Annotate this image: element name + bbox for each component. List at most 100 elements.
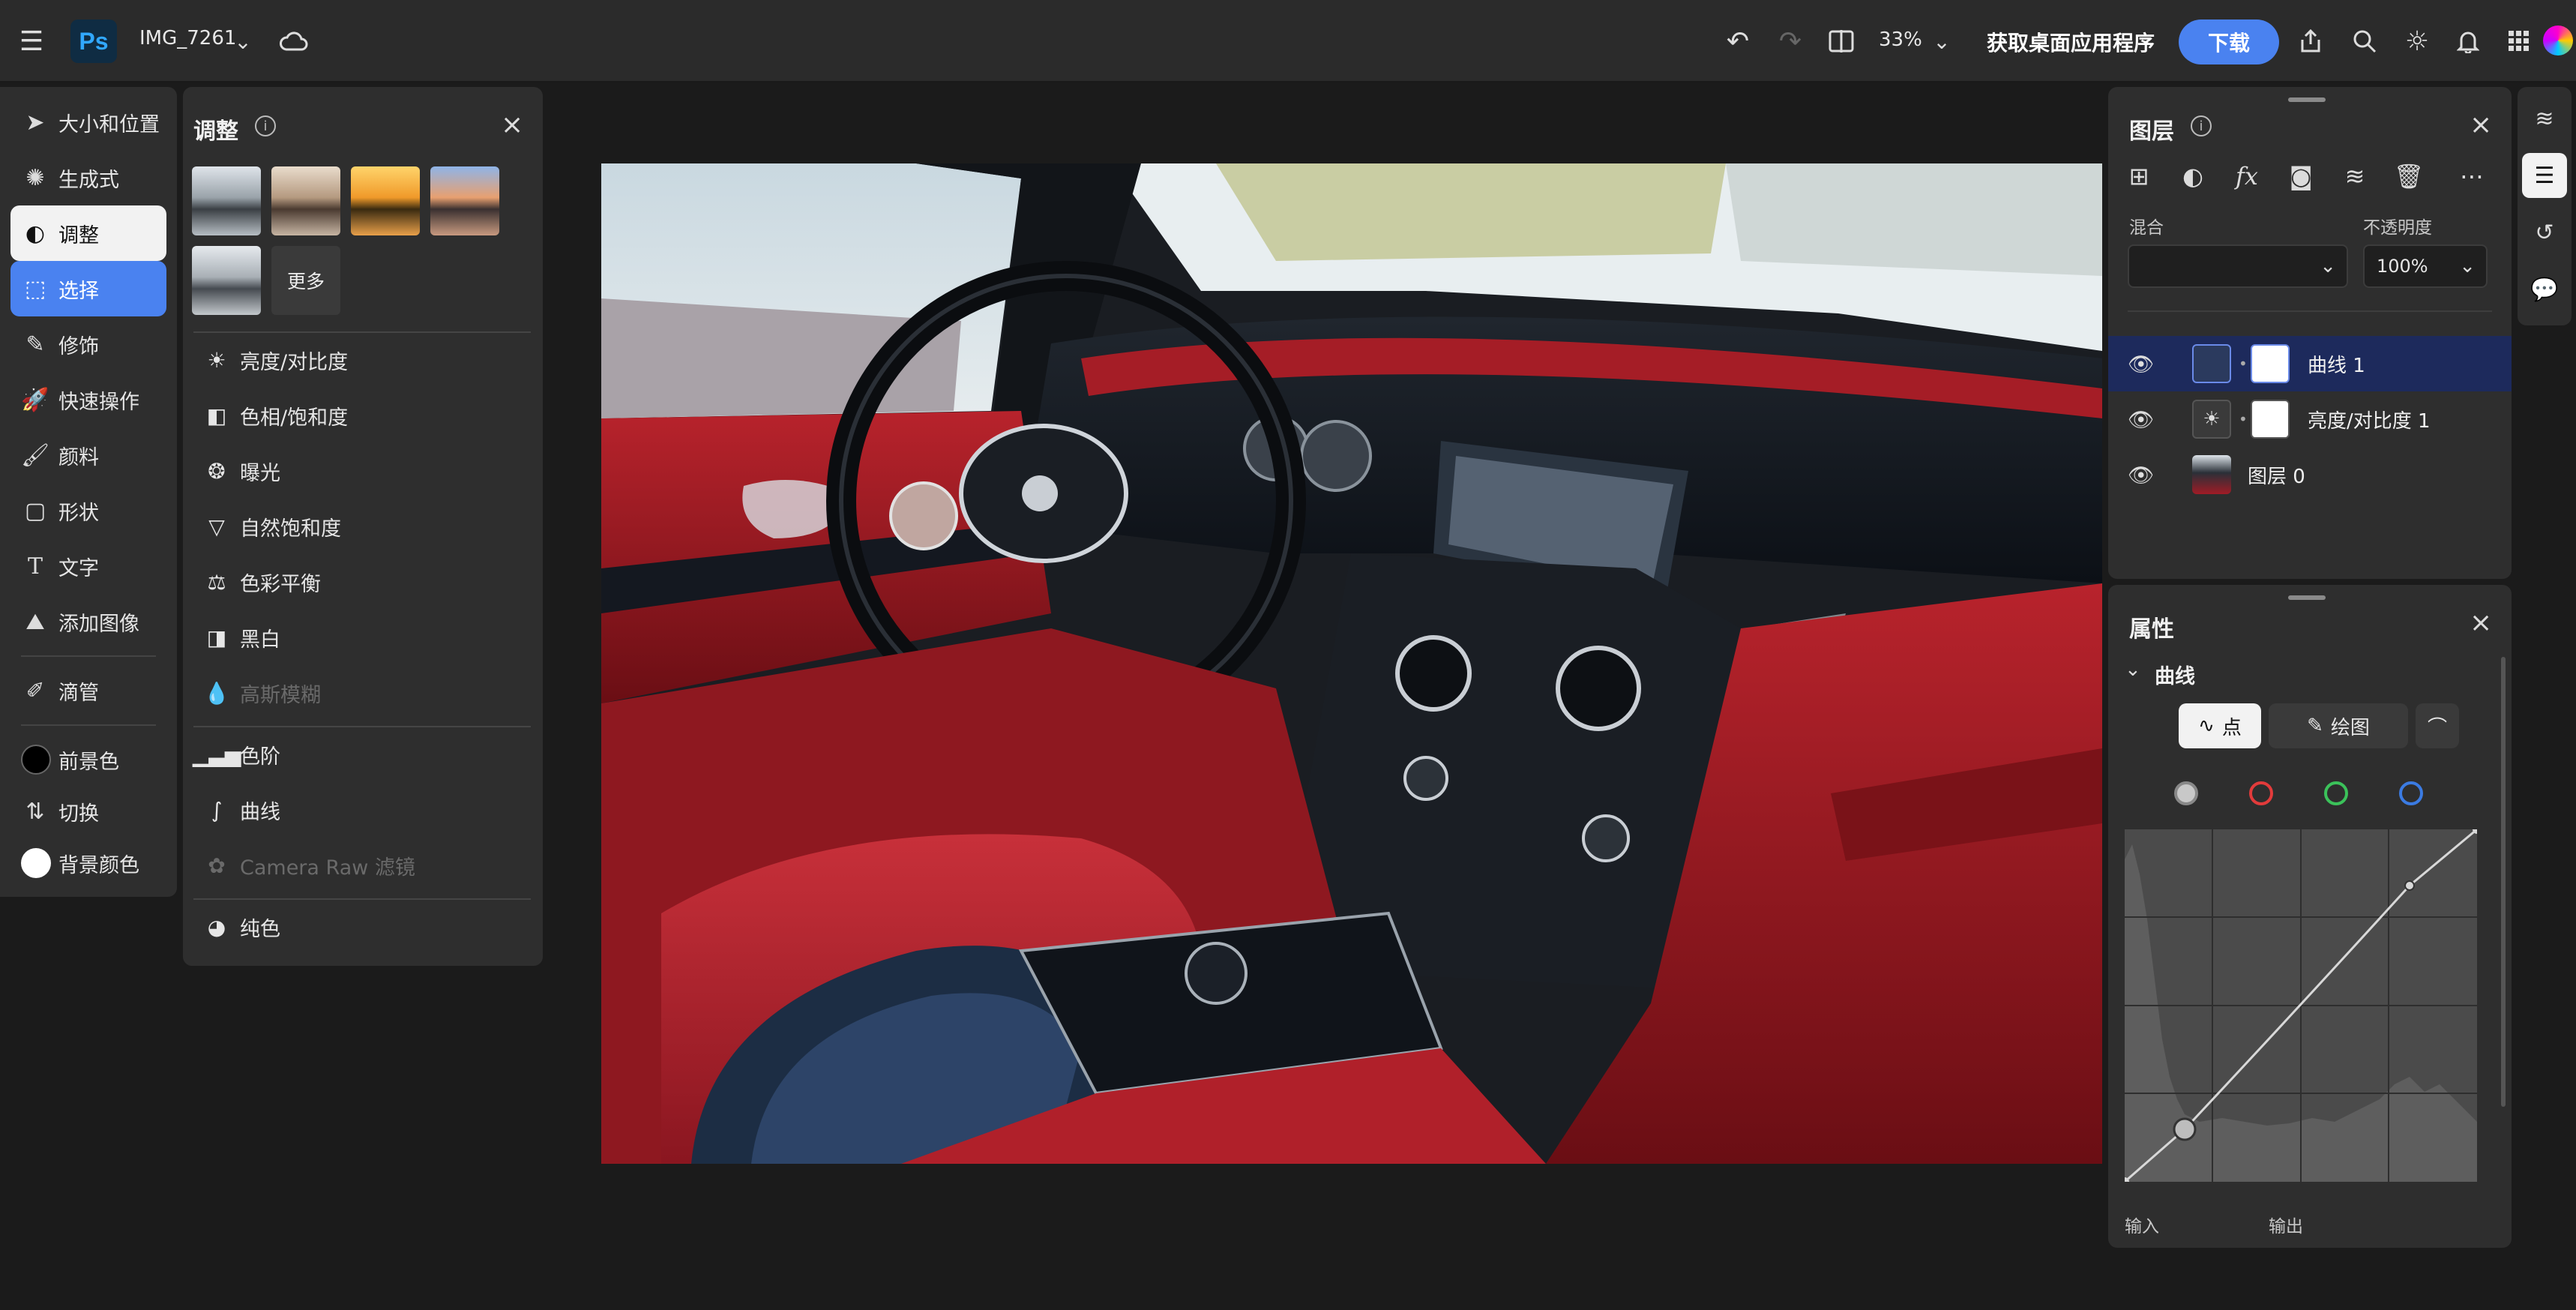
- zoom-level[interactable]: 33%: [1879, 28, 1922, 51]
- fx-icon[interactable]: fx: [2228, 157, 2266, 195]
- preset-thumbnail[interactable]: [192, 166, 261, 235]
- adjust-black-white[interactable]: ◨ 黑白: [204, 615, 280, 660]
- adjust-color-balance[interactable]: ⚖ 色彩平衡: [204, 559, 321, 604]
- add-layer-icon[interactable]: ⊞: [2120, 157, 2158, 195]
- search-icon[interactable]: [2344, 20, 2386, 62]
- adjust-levels[interactable]: ▁▃▅ 色阶: [192, 732, 280, 777]
- history-icon[interactable]: ↺: [2522, 210, 2567, 255]
- tool-label: 修饰: [58, 334, 99, 358]
- hue-saturation-icon: ◧: [206, 403, 227, 428]
- more-presets-button[interactable]: 更多: [271, 246, 340, 315]
- background-color-button[interactable]: 背景颜色: [10, 835, 166, 891]
- preset-thumbnail[interactable]: [192, 246, 261, 315]
- left-toolbar: ➤ 大小和位置 ✺ 生成式 ◐ 调整 ⬚ 选择 ✎ 修饰 🚀 快速操作 🖌 颜料 ▢ 形状 T文…: [0, 87, 177, 897]
- tool-eyedropper[interactable]: ✐ 滴管: [10, 663, 166, 718]
- tool-label: 添加图像: [58, 612, 139, 636]
- top-bar: ☰ Ps IMG_7261 ⌄ ↶ ↷ 33% ⌄ 获取桌面应用程序 下载 ☼: [0, 0, 2576, 82]
- chevron-down-icon: ⌄: [2459, 255, 2476, 277]
- close-icon[interactable]: ×: [2470, 607, 2492, 638]
- scrollbar[interactable]: [2501, 657, 2506, 1107]
- channel-rgb[interactable]: [2174, 781, 2198, 805]
- compare-view-icon[interactable]: [1820, 20, 1862, 62]
- tool-shape[interactable]: ▢ 形状: [10, 483, 166, 538]
- info-icon[interactable]: i: [2191, 115, 2212, 136]
- tool-adjust[interactable]: ◐ 调整: [10, 205, 166, 261]
- adjust-curves[interactable]: ∫ 曲线: [204, 787, 280, 832]
- share-icon[interactable]: [2290, 20, 2332, 62]
- layer-stack-icon[interactable]: ≋: [2336, 157, 2374, 195]
- chevron-down-icon[interactable]: ⌄: [2125, 658, 2141, 681]
- point-mode-button[interactable]: ∿ 点: [2179, 703, 2261, 748]
- curves-section-title[interactable]: 曲线: [2155, 660, 2195, 689]
- channel-blue[interactable]: [2399, 781, 2423, 805]
- adjust-hue-saturation[interactable]: ◧ 色相/饱和度: [204, 393, 348, 438]
- tool-size-position[interactable]: ➤ 大小和位置: [10, 94, 166, 150]
- opacity-select[interactable]: 100% ⌄: [2363, 244, 2488, 288]
- hamburger-menu-icon[interactable]: ☰: [10, 20, 52, 62]
- preset-thumbnail[interactable]: [430, 166, 499, 235]
- adjust-label: 色彩平衡: [240, 572, 321, 596]
- chevron-down-icon[interactable]: ⌄: [222, 20, 264, 62]
- opacity-value: 100%: [2377, 256, 2428, 277]
- comments-icon[interactable]: 💬: [2522, 267, 2567, 312]
- undo-icon[interactable]: ↶: [1717, 20, 1759, 62]
- smooth-curve-button[interactable]: ⌒: [2416, 703, 2459, 748]
- apps-grid-icon[interactable]: [2498, 20, 2540, 62]
- tool-add-image[interactable]: ⛰ 添加图像: [10, 594, 166, 649]
- channel-red[interactable]: [2249, 781, 2273, 805]
- adjustment-layer-icon[interactable]: ◐: [2174, 157, 2212, 195]
- tool-label: 文字: [58, 556, 99, 580]
- tool-quick-actions[interactable]: 🚀 快速操作: [10, 372, 166, 427]
- tool-brush[interactable]: 🖌 颜料: [10, 427, 166, 483]
- foreground-color-swatch: [21, 745, 51, 775]
- download-button[interactable]: 下载: [2179, 19, 2279, 64]
- visibility-eye-icon[interactable]: 👁: [2128, 407, 2155, 432]
- tool-label: 颜料: [58, 445, 99, 469]
- visibility-eye-icon[interactable]: 👁: [2128, 463, 2155, 487]
- tool-generative[interactable]: ✺ 生成式: [10, 150, 166, 205]
- blend-mode-select[interactable]: ⌄: [2128, 244, 2348, 288]
- layer-row-curves[interactable]: 👁 • 曲线 1: [2108, 336, 2512, 391]
- redo-icon[interactable]: ↷: [1769, 20, 1811, 62]
- preset-thumbnail[interactable]: [271, 166, 340, 235]
- close-icon[interactable]: ×: [2470, 109, 2492, 140]
- foreground-color-button[interactable]: 前景色: [10, 732, 166, 787]
- panel-drag-handle[interactable]: [2288, 97, 2326, 102]
- generative-icon: ✺: [25, 164, 45, 191]
- swap-colors-button[interactable]: ⇅ 切换: [10, 787, 166, 835]
- canvas-image[interactable]: [601, 163, 2102, 1164]
- properties-panel-icon[interactable]: ☰: [2522, 153, 2567, 198]
- lightbulb-icon[interactable]: ☼: [2396, 20, 2438, 62]
- preset-thumbnail[interactable]: [351, 166, 420, 235]
- adjust-brightness-contrast[interactable]: ☀ 亮度/对比度: [204, 337, 348, 382]
- notification-bell-icon[interactable]: [2447, 20, 2489, 62]
- get-desktop-app-button[interactable]: 获取桌面应用程序: [1981, 19, 2161, 64]
- tool-text[interactable]: T 文字: [10, 538, 166, 594]
- layers-panel-icon[interactable]: ≋: [2522, 96, 2567, 141]
- tool-label: 选择: [58, 279, 99, 303]
- layer-row-layer0[interactable]: 👁 图层 0: [2108, 447, 2512, 502]
- curve-point-icon: ∿: [2198, 715, 2215, 737]
- levels-icon: ▁▃▅: [192, 742, 241, 767]
- close-icon[interactable]: ×: [501, 109, 523, 140]
- cloud-sync-icon[interactable]: [273, 20, 315, 62]
- draw-mode-button[interactable]: ✎ 绘图: [2269, 703, 2408, 748]
- more-options-icon[interactable]: ⋯: [2453, 157, 2491, 195]
- zoom-chevron-icon[interactable]: ⌄: [1921, 20, 1963, 62]
- tool-select[interactable]: ⬚ 选择: [10, 261, 166, 316]
- info-icon[interactable]: i: [255, 115, 276, 136]
- adjust-exposure[interactable]: ❂ 曝光: [204, 448, 280, 493]
- layer-row-brightness[interactable]: 👁 ☀ • 亮度/对比度 1: [2108, 391, 2512, 447]
- adjust-vibrance[interactable]: ▽ 自然饱和度: [204, 504, 341, 549]
- add-image-icon: ⛰: [25, 608, 45, 635]
- channel-green[interactable]: [2324, 781, 2348, 805]
- adjust-solid-color[interactable]: ◕ 纯色: [204, 904, 280, 949]
- right-rail: ≋ ☰ ↺ 💬: [2518, 87, 2572, 325]
- visibility-eye-icon[interactable]: 👁: [2128, 352, 2155, 376]
- panel-drag-handle[interactable]: [2288, 595, 2326, 600]
- mask-icon[interactable]: ◙: [2282, 157, 2320, 195]
- user-avatar[interactable]: [2543, 25, 2573, 55]
- delete-icon[interactable]: 🗑: [2390, 157, 2428, 195]
- curves-graph[interactable]: [2120, 825, 2482, 1186]
- tool-retouch[interactable]: ✎ 修饰: [10, 316, 166, 372]
